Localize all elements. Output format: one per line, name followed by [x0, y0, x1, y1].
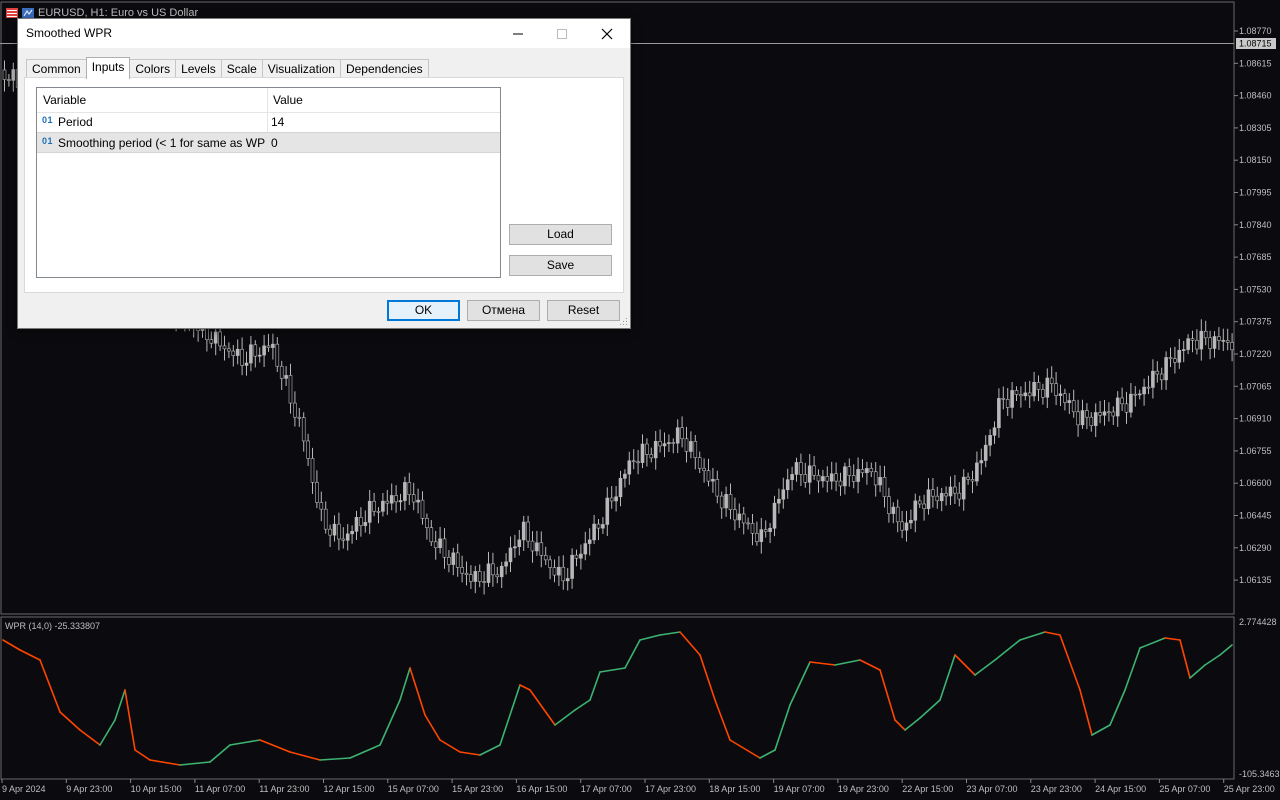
time-axis-label: 19 Apr 07:00: [774, 784, 825, 794]
price-axis-label: 1.08305: [1239, 123, 1272, 133]
price-axis-label: 1.07065: [1239, 381, 1272, 391]
tab-visualization[interactable]: Visualization: [261, 59, 341, 78]
chart-symbol-icon[interactable]: [22, 8, 34, 18]
close-icon: [601, 28, 612, 39]
price-axis-label: 1.06135: [1239, 575, 1272, 585]
wpr-indicator-label: WPR (14,0) -25.333807: [5, 621, 100, 631]
cancel-button[interactable]: Отмена: [467, 300, 540, 321]
time-axis-label: 23 Apr 07:00: [967, 784, 1018, 794]
time-axis-label: 9 Apr 2024: [2, 784, 46, 794]
price-axis-label: 1.08615: [1239, 58, 1272, 68]
indicator-properties-dialog: Smoothed WPR Common Inputs Colors Levels…: [17, 18, 631, 329]
ok-button[interactable]: OK: [387, 300, 460, 321]
table-row[interactable]: 01 Period 14: [37, 112, 500, 132]
time-axis-label: 10 Apr 15:00: [131, 784, 182, 794]
tab-inputs[interactable]: Inputs: [85, 57, 131, 79]
minimize-button[interactable]: [495, 19, 540, 48]
tab-common[interactable]: Common: [26, 59, 87, 78]
time-axis-label: 15 Apr 23:00: [452, 784, 503, 794]
row-value[interactable]: 14: [271, 115, 284, 129]
dialog-titlebar[interactable]: Smoothed WPR: [18, 19, 630, 48]
wpr-axis: 2.774428 -105.3463: [1239, 617, 1280, 779]
current-price-label: 1.08715: [1239, 39, 1272, 49]
resize-grip-icon[interactable]: [620, 318, 628, 326]
price-axis-label: 1.08770: [1239, 26, 1272, 36]
save-button[interactable]: Save: [509, 255, 612, 276]
reset-button[interactable]: Reset: [547, 300, 620, 321]
time-axis-label: 24 Apr 15:00: [1095, 784, 1146, 794]
time-axis-label: 11 Apr 07:00: [195, 784, 245, 794]
price-axis-label: 1.07685: [1239, 252, 1272, 262]
time-axis-label: 11 Apr 23:00: [259, 784, 309, 794]
row-variable: Period: [58, 115, 93, 129]
time-axis-label: 23 Apr 23:00: [1031, 784, 1082, 794]
price-axis-label: 1.07220: [1239, 349, 1272, 359]
time-axis-label: 17 Apr 07:00: [581, 784, 632, 794]
time-axis-label: 17 Apr 23:00: [645, 784, 696, 794]
load-button[interactable]: Load: [509, 224, 612, 245]
price-axis-label: 1.06445: [1239, 511, 1272, 521]
price-axis-label: 1.07530: [1239, 284, 1272, 294]
time-axis-label: 19 Apr 23:00: [838, 784, 889, 794]
price-axis-label: 1.06290: [1239, 543, 1272, 553]
dialog-title: Smoothed WPR: [26, 26, 113, 40]
table-row[interactable]: 01 Smoothing period (< 1 for same as WPR…: [37, 132, 500, 153]
price-axis-label: 1.06755: [1239, 446, 1272, 456]
price-axis-label: 1.08150: [1239, 155, 1272, 165]
time-axis: 9 Apr 2024 9 Apr 23:00 10 Apr 15:00 11 Apr …: [1, 779, 1275, 794]
inputs-tab-panel: Variable Value 01 Period 14 01 Smoothing…: [24, 77, 624, 293]
price-axis-label: 1.06600: [1239, 478, 1272, 488]
column-header-variable[interactable]: Variable: [43, 88, 86, 112]
inputs-table[interactable]: Variable Value 01 Period 14 01 Smoothing…: [36, 87, 501, 278]
time-axis-label: 15 Apr 07:00: [388, 784, 439, 794]
tab-dependencies[interactable]: Dependencies: [339, 59, 429, 78]
row-variable: Smoothing period (< 1 for same as WPR...: [58, 136, 266, 150]
column-header-value[interactable]: Value: [273, 88, 303, 112]
price-axis-label: 1.07375: [1239, 317, 1272, 327]
tab-scale[interactable]: Scale: [220, 59, 263, 78]
dialog-tabs: Common Inputs Colors Levels Scale Visual…: [26, 57, 429, 79]
price-axis-label: 1.06910: [1239, 414, 1272, 424]
minimize-icon: [512, 33, 523, 34]
tab-colors[interactable]: Colors: [129, 59, 177, 78]
time-axis-label: 16 Apr 15:00: [516, 784, 567, 794]
row-value[interactable]: 0: [271, 136, 278, 150]
tab-levels[interactable]: Levels: [175, 59, 222, 78]
close-button[interactable]: [584, 19, 629, 48]
wpr-indicator-line: [2, 631, 1233, 766]
time-axis-label: 9 Apr 23:00: [66, 784, 112, 794]
time-axis-label: 22 Apr 15:00: [902, 784, 953, 794]
chart-grid-icon[interactable]: [6, 8, 18, 18]
time-axis-label: 12 Apr 15:00: [324, 784, 375, 794]
time-axis-label: 25 Apr 23:00: [1224, 784, 1275, 794]
maximize-button[interactable]: [539, 19, 584, 48]
time-axis-label: 25 Apr 07:00: [1159, 784, 1210, 794]
wpr-axis-bottom-label: -105.3463: [1239, 769, 1280, 779]
table-header: Variable Value: [37, 88, 500, 113]
price-axis-label: 1.07840: [1239, 220, 1272, 230]
time-axis-label: 18 Apr 15:00: [709, 784, 760, 794]
integer-type-icon: 01: [42, 115, 54, 125]
wpr-axis-top-label: 2.774428: [1239, 617, 1277, 627]
maximize-icon: [556, 28, 567, 39]
price-axis-label: 1.08460: [1239, 91, 1272, 101]
integer-type-icon: 01: [42, 136, 54, 146]
price-axis-label: 1.07995: [1239, 188, 1272, 198]
